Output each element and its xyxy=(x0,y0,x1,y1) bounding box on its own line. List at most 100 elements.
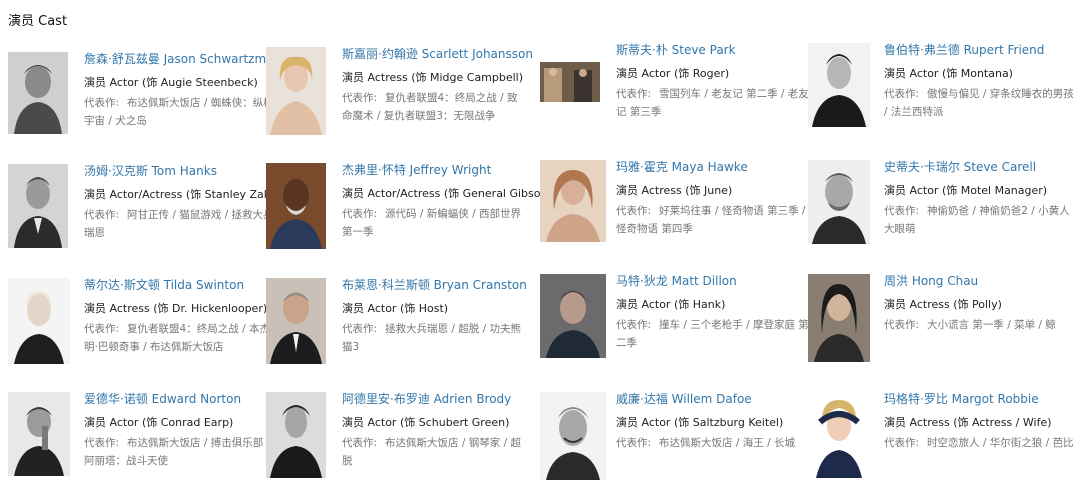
works-label: 代表作: xyxy=(616,437,652,449)
cast-role: 演员 Actor (饰 Motel Manager) xyxy=(884,184,1048,197)
cast-name-link[interactable]: 詹森·舒瓦兹曼 Jason Schwartzman xyxy=(84,52,281,66)
works-label: 代表作: xyxy=(884,88,920,100)
works-list: 时空恋旅人 / 华尔街之狼 / 芭比 xyxy=(927,437,1074,449)
cast-photo[interactable] xyxy=(540,392,606,480)
cast-role: 演员 Actress (饰 Polly) xyxy=(884,298,1002,311)
cast-role: 演员 Actor/Actress (饰 General Gibson) xyxy=(342,187,552,200)
works-label: 代表作: xyxy=(884,437,920,449)
cast-photo[interactable] xyxy=(808,274,870,362)
cast-item: 鲁伯特·弗兰德 Rupert Friend 演员 Actor (饰 Montan… xyxy=(808,43,1074,143)
cast-photo[interactable] xyxy=(540,274,606,358)
cast-name-link[interactable]: 马特·狄龙 Matt Dillon xyxy=(616,274,811,288)
works-label: 代表作: xyxy=(84,97,120,109)
works-label: 代表作: xyxy=(884,205,920,217)
works-label: 代表作: xyxy=(342,208,378,220)
cast-name-link[interactable]: 玛雅·霍克 Maya Hawke xyxy=(616,160,811,174)
cast-photo[interactable] xyxy=(266,392,326,478)
cast-name-link[interactable]: 布莱恩·科兰斯顿 Bryan Cranston xyxy=(342,278,527,292)
cast-role: 演员 Actor (饰 Montana) xyxy=(884,67,1013,80)
cast-role: 演员 Actress (饰 Actress / Wife) xyxy=(884,416,1052,429)
cast-works: 代表作: 复仇者联盟4：终局之战 / 本杰明·巴顿奇事 / 布达佩斯大饭店 xyxy=(84,320,274,356)
cast-name-link[interactable]: 史蒂夫·卡瑞尔 Steve Carell xyxy=(884,160,1074,174)
cast-item: 爱德华·诺顿 Edward Norton 演员 Actor (饰 Conrad … xyxy=(8,392,273,492)
cast-name-link[interactable]: 爱德华·诺顿 Edward Norton xyxy=(84,392,274,406)
cast-item: 斯嘉丽·约翰逊 Scarlett Johansson 演员 Actress (饰… xyxy=(266,47,533,147)
cast-item: 斯蒂夫·朴 Steve Park 演员 Actor (饰 Roger) 代表作:… xyxy=(540,43,809,143)
cast-photo[interactable] xyxy=(8,392,70,476)
cast-works: 代表作: 布达佩斯大饭店 / 海王 / 长城 xyxy=(616,434,811,452)
cast-item: 威廉·达福 Willem Dafoe 演员 Actor (饰 Saltzburg… xyxy=(540,392,805,492)
cast-role: 演员 Actor (饰 Hank) xyxy=(616,298,726,311)
cast-works: 代表作: 拯救大兵瑞恩 / 超脱 / 功夫熊猫3 xyxy=(342,320,522,356)
cast-item: 周洪 Hong Chau 演员 Actress (饰 Polly) 代表作: 大小… xyxy=(808,274,1073,374)
cast-item: 阿德里安·布罗迪 Adrien Brody 演员 Actor (饰 Schube… xyxy=(266,392,531,492)
cast-role: 演员 Actor (饰 Saltzburg Keitel) xyxy=(616,416,784,429)
cast-role: 演员 Actress (饰 June) xyxy=(616,184,733,197)
works-label: 代表作: xyxy=(884,319,920,331)
cast-role: 演员 Actor (饰 Roger) xyxy=(616,67,730,80)
cast-item: 蒂尔达·斯文顿 Tilda Swinton 演员 Actress (饰 Dr. … xyxy=(8,278,273,378)
works-list: 布达佩斯大饭店 / 海王 / 长城 xyxy=(659,437,795,449)
cast-photo[interactable] xyxy=(266,278,326,364)
cast-photo[interactable] xyxy=(808,43,870,127)
cast-photo[interactable] xyxy=(808,160,870,244)
cast-item: 玛雅·霍克 Maya Hawke 演员 Actress (饰 June) 代表作… xyxy=(540,160,805,260)
cast-role: 演员 Actor (饰 Augie Steenbeck) xyxy=(84,76,258,89)
cast-photo[interactable] xyxy=(266,47,326,135)
cast-works: 代表作: 源代码 / 新蝙蝠侠 / 西部世界 第一季 xyxy=(342,205,522,241)
cast-works: 代表作: 阿甘正传 / 猫鼠游戏 / 拯救大兵瑞恩 xyxy=(84,206,274,242)
cast-photo[interactable] xyxy=(8,52,68,134)
cast-role: 演员 Actress (饰 Midge Campbell) xyxy=(342,71,524,84)
works-list: 大小谎言 第一季 / 菜单 / 鲸 xyxy=(927,319,1056,331)
cast-name-link[interactable]: 杰弗里·怀特 Jeffrey Wright xyxy=(342,163,522,177)
cast-item: 杰弗里·怀特 Jeffrey Wright 演员 Actor/Actress (… xyxy=(266,163,552,263)
cast-name-link[interactable]: 玛格特·罗比 Margot Robbie xyxy=(884,392,1074,406)
cast-works: 代表作: 雪国列车 / 老友记 第二季 / 老友记 第三季 xyxy=(616,85,811,121)
cast-name-link[interactable]: 蒂尔达·斯文顿 Tilda Swinton xyxy=(84,278,274,292)
cast-photo[interactable] xyxy=(808,392,870,478)
cast-works: 代表作: 好莱坞往事 / 怪奇物语 第三季 / 怪奇物语 第四季 xyxy=(616,202,811,238)
cast-role: 演员 Actor (饰 Host) xyxy=(342,302,449,315)
works-label: 代表作: xyxy=(84,437,120,449)
cast-name-link[interactable]: 斯蒂夫·朴 Steve Park xyxy=(616,43,811,57)
cast-role: 演员 Actress (饰 Dr. Hickenlooper) xyxy=(84,302,268,315)
cast-name-link[interactable]: 斯嘉丽·约翰逊 Scarlett Johansson xyxy=(342,47,533,61)
works-label: 代表作: xyxy=(616,319,652,331)
cast-works: 代表作: 时空恋旅人 / 华尔街之狼 / 芭比 xyxy=(884,434,1074,452)
cast-works: 代表作: 布达佩斯大饭店 / 蜘蛛侠：纵横宇宙 / 犬之岛 xyxy=(84,94,274,130)
cast-role: 演员 Actor/Actress (饰 Stanley Zak) xyxy=(84,188,275,201)
cast-works: 代表作: 布达佩斯大饭店 / 钢琴家 / 超脱 xyxy=(342,434,522,470)
cast-name-link[interactable]: 阿德里安·布罗迪 Adrien Brody xyxy=(342,392,522,406)
cast-photo[interactable] xyxy=(540,160,606,242)
cast-photo[interactable] xyxy=(8,278,70,364)
cast-name-link[interactable]: 威廉·达福 Willem Dafoe xyxy=(616,392,811,406)
cast-item: 马特·狄龙 Matt Dillon 演员 Actor (饰 Hank) 代表作:… xyxy=(540,274,809,374)
works-label: 代表作: xyxy=(342,323,378,335)
cast-works: 代表作: 大小谎言 第一季 / 菜单 / 鲸 xyxy=(884,316,1074,334)
cast-item: 汤姆·汉克斯 Tom Hanks 演员 Actor/Actress (饰 Sta… xyxy=(8,164,275,264)
section-title: 演员 Cast xyxy=(8,14,68,29)
works-label: 代表作: xyxy=(342,92,378,104)
cast-works: 代表作: 复仇者联盟4：终局之战 / 致命魔术 / 复仇者联盟3：无限战争 xyxy=(342,89,522,125)
cast-name-link[interactable]: 汤姆·汉克斯 Tom Hanks xyxy=(84,164,274,178)
cast-role: 演员 Actor (饰 Conrad Earp) xyxy=(84,416,234,429)
cast-role: 演员 Actor (饰 Schubert Green) xyxy=(342,416,510,429)
cast-photo[interactable] xyxy=(8,164,68,248)
cast-photo[interactable] xyxy=(266,163,326,249)
cast-photo[interactable] xyxy=(540,62,600,102)
cast-name-link[interactable]: 鲁伯特·弗兰德 Rupert Friend xyxy=(884,43,1074,57)
works-label: 代表作: xyxy=(84,323,120,335)
works-label: 代表作: xyxy=(84,209,120,221)
cast-item: 玛格特·罗比 Margot Robbie 演员 Actress (饰 Actre… xyxy=(808,392,1073,492)
cast-item: 史蒂夫·卡瑞尔 Steve Carell 演员 Actor (饰 Motel M… xyxy=(808,160,1073,260)
cast-works: 代表作: 神偷奶爸 / 神偷奶爸2 / 小黄人大眼萌 xyxy=(884,202,1074,238)
cast-works: 代表作: 撞车 / 三个老枪手 / 摩登家庭 第二季 xyxy=(616,316,811,352)
cast-works: 代表作: 傲慢与偏见 / 穿条纹睡衣的男孩 / 法兰西特派 xyxy=(884,85,1074,121)
works-label: 代表作: xyxy=(616,88,652,100)
cast-item: 布莱恩·科兰斯顿 Bryan Cranston 演员 Actor (饰 Host… xyxy=(266,278,531,378)
cast-item: 詹森·舒瓦兹曼 Jason Schwartzman 演员 Actor (饰 Au… xyxy=(8,52,281,152)
cast-works: 代表作: 布达佩斯大饭店 / 搏击俱乐部 / 阿丽塔：战斗天使 xyxy=(84,434,274,470)
cast-name-link[interactable]: 周洪 Hong Chau xyxy=(884,274,1074,288)
works-label: 代表作: xyxy=(342,437,378,449)
works-label: 代表作: xyxy=(616,205,652,217)
